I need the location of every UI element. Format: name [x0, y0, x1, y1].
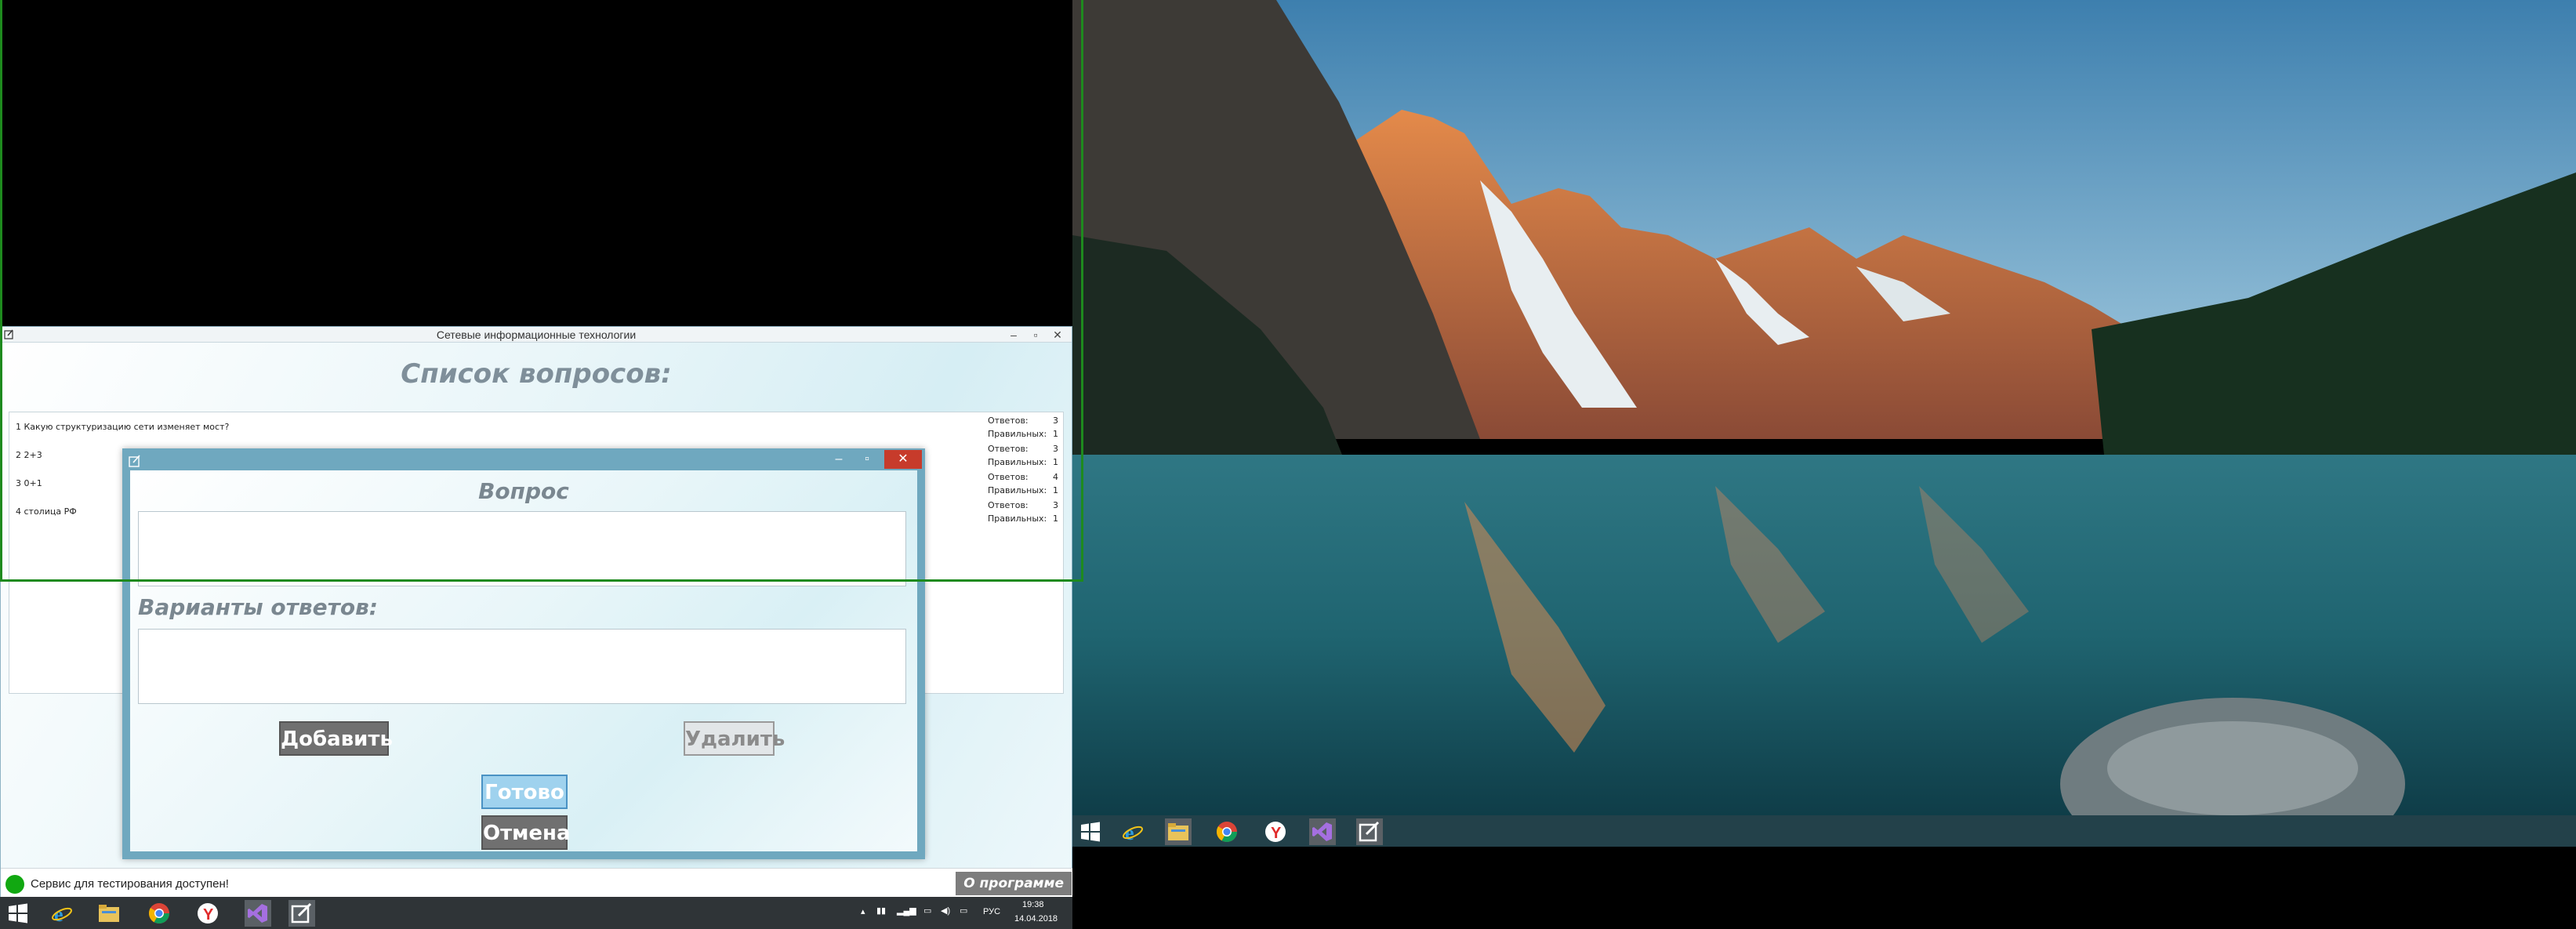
yandex-browser-icon[interactable]: Y	[194, 900, 221, 927]
clock-time[interactable]: 19:38	[1022, 900, 1044, 909]
done-button[interactable]: Готово	[481, 775, 568, 809]
left-monitor: Сетевые информационные технологии – ▫ ✕ …	[0, 0, 1073, 929]
correct-count: 1	[1053, 457, 1058, 467]
language-indicator[interactable]: РУС	[983, 907, 1000, 916]
system-tray: ▴ ▮▮ ▂▄▆ ▭ ◀) ▭ РУС 19:38 14.04.2018	[861, 897, 1072, 929]
correct-count: 1	[1053, 429, 1058, 439]
windows-start-icon[interactable]	[5, 900, 31, 927]
cancel-button[interactable]: Отмена	[481, 815, 571, 850]
add-answer-button[interactable]: Добавить	[279, 721, 393, 756]
answers-list[interactable]	[138, 629, 906, 704]
questions-list-heading: Список вопросов:	[401, 358, 672, 390]
list-item[interactable]: 4 столица РФ	[16, 506, 77, 517]
notepad-app-icon[interactable]	[288, 900, 315, 927]
question-text-field[interactable]	[138, 511, 906, 586]
correct-label: Правильных:	[988, 485, 1047, 495]
question-heading: Вопрос	[478, 478, 569, 504]
close-button[interactable]: ✕	[1047, 327, 1068, 343]
file-explorer-icon[interactable]	[1165, 818, 1192, 845]
yandex-browser-icon[interactable]: Y	[1262, 818, 1289, 845]
svg-text:Y: Y	[1271, 825, 1282, 842]
power-icon[interactable]: ▭	[923, 905, 931, 916]
dialog-maximize-button[interactable]: ▫	[853, 450, 881, 469]
dialog-body: Вопрос Варианты ответов: Добавить Удалит…	[130, 470, 917, 851]
desktop-wallpaper	[1072, 0, 2576, 815]
clock-date[interactable]: 14.04.2018	[1014, 914, 1058, 924]
answers-count: 3	[1053, 444, 1058, 454]
minimize-button[interactable]: –	[1003, 327, 1025, 343]
main-titlebar[interactable]: Сетевые информационные технологии – ▫ ✕	[1, 327, 1072, 343]
chrome-icon[interactable]	[1214, 818, 1240, 845]
notepad-app-icon[interactable]	[1356, 818, 1383, 845]
list-item[interactable]: 2 2+3	[16, 450, 42, 460]
windows-start-icon[interactable]	[1077, 818, 1104, 845]
right-monitor: e Y	[1072, 0, 2576, 929]
dialog-minimize-button[interactable]: –	[825, 450, 853, 469]
internet-explorer-icon[interactable]: e	[49, 900, 75, 927]
question-dialog: – ▫ ✕ Вопрос Варианты ответов: Добавить …	[122, 448, 925, 859]
list-item[interactable]: 3 0+1	[16, 478, 42, 488]
about-button[interactable]: О программе	[956, 872, 1072, 895]
correct-label: Правильных:	[988, 429, 1047, 439]
network-icon[interactable]: ▮▮	[876, 905, 886, 916]
question-stats: Ответов: 3 Правильных: 1	[988, 442, 1058, 469]
correct-count: 1	[1053, 485, 1058, 495]
answers-count: 3	[1053, 500, 1058, 510]
visual-studio-icon[interactable]	[1309, 818, 1336, 845]
app-edit-icon	[129, 455, 140, 467]
chrome-icon[interactable]	[146, 900, 172, 927]
svg-text:Y: Y	[203, 906, 214, 924]
correct-label: Правильных:	[988, 457, 1047, 467]
question-stats: Ответов: 3 Правильных: 1	[988, 499, 1058, 525]
maximize-button[interactable]: ▫	[1025, 327, 1047, 343]
answers-label: Ответов:	[988, 444, 1029, 454]
tray-expand-icon[interactable]: ▴	[861, 906, 865, 916]
message-icon[interactable]: ▭	[960, 905, 967, 916]
answers-count: 4	[1053, 472, 1058, 482]
file-explorer-icon[interactable]	[96, 900, 122, 927]
window-title: Сетевые информационные технологии	[436, 328, 637, 341]
dialog-close-button[interactable]: ✕	[884, 450, 922, 469]
status-text: Сервис для тестирования доступен!	[31, 877, 229, 891]
status-bar: Сервис для тестирования доступен! О прог…	[1, 868, 1073, 898]
answers-label: Ответов:	[988, 416, 1029, 426]
right-taskbar: e Y	[1072, 815, 2576, 847]
delete-answer-button[interactable]: Удалить	[684, 721, 785, 756]
visual-studio-icon[interactable]	[245, 900, 271, 927]
correct-count: 1	[1053, 513, 1058, 524]
answers-count: 3	[1053, 416, 1058, 426]
list-item[interactable]: 1 Какую структуризацию сети изменяет мос…	[16, 422, 229, 432]
answers-label: Ответов:	[988, 500, 1029, 510]
status-indicator-icon	[5, 875, 24, 894]
internet-explorer-icon[interactable]: e	[1119, 818, 1146, 845]
signal-icon[interactable]: ▂▄▆	[897, 905, 916, 916]
volume-icon[interactable]: ◀)	[941, 905, 950, 916]
left-taskbar: e Y ▴ ▮▮ ▂▄▆ ▭ ◀) ▭ РУС 19:38 14.04.2018	[0, 897, 1072, 929]
question-stats: Ответов: 4 Правильных: 1	[988, 470, 1058, 497]
correct-label: Правильных:	[988, 513, 1047, 524]
dialog-titlebar[interactable]: – ▫ ✕	[122, 448, 925, 470]
answers-label: Ответов:	[988, 472, 1029, 482]
answers-heading: Варианты ответов:	[138, 594, 378, 620]
question-stats: Ответов: 3 Правильных: 1	[988, 414, 1058, 441]
